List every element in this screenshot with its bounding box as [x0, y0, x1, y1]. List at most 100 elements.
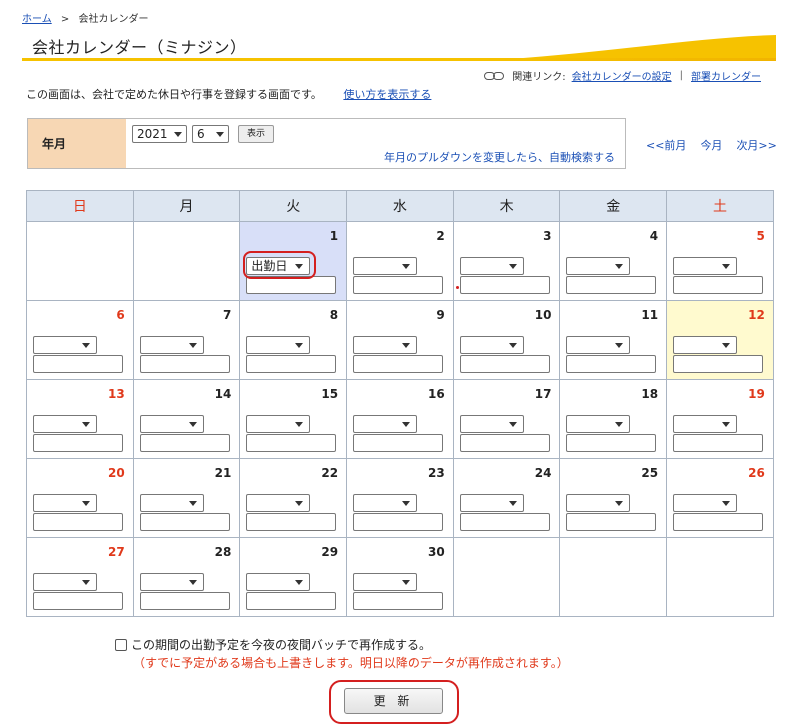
day-event-input[interactable]: [353, 513, 444, 531]
day-type-select[interactable]: [566, 257, 631, 275]
day-type-select[interactable]: [353, 494, 418, 512]
day-event-input[interactable]: [246, 592, 337, 610]
chevron-down-icon: [508, 343, 517, 348]
day-event-input[interactable]: [139, 355, 230, 373]
day-event-input[interactable]: [566, 355, 657, 373]
day-event-input[interactable]: [673, 355, 764, 373]
day-event-input[interactable]: [246, 276, 337, 294]
day-event-input[interactable]: [673, 513, 764, 531]
chevron-down-icon: [402, 343, 411, 348]
day-event-input[interactable]: [353, 434, 444, 452]
day-number: 22: [321, 466, 339, 480]
calendar-day-cell: 28: [132, 537, 241, 617]
day-number: 7: [223, 308, 232, 322]
day-number: 14: [214, 387, 232, 401]
day-event-input[interactable]: [33, 592, 123, 610]
day-type-select[interactable]: [459, 415, 524, 433]
day-type-select[interactable]: 出勤日: [246, 257, 311, 275]
day-number: 17: [534, 387, 552, 401]
chevron-down-icon: [722, 501, 731, 506]
day-type-select[interactable]: [246, 415, 311, 433]
calendar-day-cell: 12: [666, 300, 774, 380]
day-event-input[interactable]: [459, 513, 550, 531]
day-type-select[interactable]: [139, 494, 204, 512]
day-type-select[interactable]: [33, 573, 97, 591]
year-select[interactable]: 2021: [132, 125, 187, 143]
chevron-down-icon: [82, 501, 90, 506]
day-type-select[interactable]: [459, 257, 524, 275]
day-type-select[interactable]: [353, 257, 418, 275]
show-button[interactable]: 表示: [238, 125, 274, 143]
chevron-down-icon: [295, 343, 304, 348]
day-type-select[interactable]: [139, 415, 204, 433]
day-type-select[interactable]: [139, 336, 204, 354]
day-event-input[interactable]: [566, 276, 657, 294]
day-type-select[interactable]: [353, 415, 418, 433]
day-type-select[interactable]: [673, 336, 738, 354]
calendar-day-cell: 13: [26, 379, 134, 459]
day-number: 13: [107, 387, 125, 401]
day-number: 11: [641, 308, 659, 322]
day-event-input[interactable]: [139, 434, 230, 452]
day-type-select[interactable]: [459, 336, 524, 354]
update-button[interactable]: 更 新: [344, 688, 443, 714]
day-type-select[interactable]: [566, 494, 631, 512]
day-event-input[interactable]: [139, 513, 230, 531]
day-event-input[interactable]: [353, 355, 444, 373]
year-select-value: 2021: [137, 127, 168, 141]
day-event-input[interactable]: [459, 355, 550, 373]
day-event-input[interactable]: [673, 434, 764, 452]
day-event-input[interactable]: [33, 434, 123, 452]
day-event-input[interactable]: [459, 276, 550, 294]
day-type-select[interactable]: [566, 336, 631, 354]
day-event-input[interactable]: [139, 592, 230, 610]
day-type-select[interactable]: [139, 573, 204, 591]
day-type-select[interactable]: [673, 415, 738, 433]
day-event-input[interactable]: [353, 276, 444, 294]
day-type-select[interactable]: [246, 494, 311, 512]
day-event-input[interactable]: [566, 513, 657, 531]
day-number: 6: [116, 308, 125, 322]
month-navigation: <<前月 今月 次月>>: [646, 137, 777, 153]
day-type-select[interactable]: [33, 336, 97, 354]
department-calendar-link[interactable]: 部署カレンダー: [691, 68, 761, 83]
day-type-select[interactable]: [33, 415, 97, 433]
chevron-down-icon: [722, 264, 731, 269]
related-links: 関連リンク: 会社カレンダーの設定 | 部署カレンダー: [484, 68, 761, 83]
day-type-select[interactable]: [353, 573, 418, 591]
day-event-input[interactable]: [673, 276, 764, 294]
day-event-input[interactable]: [353, 592, 444, 610]
day-type-select[interactable]: [459, 494, 524, 512]
day-event-input[interactable]: [246, 434, 337, 452]
day-type-select[interactable]: [353, 336, 418, 354]
day-number: 3: [543, 229, 552, 243]
day-number: 9: [436, 308, 445, 322]
day-type-select[interactable]: [246, 336, 311, 354]
show-howto-link[interactable]: 使い方を表示する: [343, 88, 431, 101]
weekday-header: 金: [559, 190, 668, 222]
breadcrumb-home-link[interactable]: ホーム: [22, 14, 52, 25]
day-event-input[interactable]: [33, 355, 123, 373]
day-type-select[interactable]: [33, 494, 97, 512]
calendar-day-cell: 5: [666, 221, 774, 301]
day-event-input[interactable]: [246, 513, 337, 531]
prev-month-link[interactable]: <<前月: [646, 137, 686, 153]
calendar-day-cell: 18: [559, 379, 668, 459]
day-event-input[interactable]: [246, 355, 337, 373]
link-chain-icon: [484, 71, 506, 81]
day-event-input[interactable]: [33, 513, 123, 531]
day-type-select[interactable]: [566, 415, 631, 433]
this-month-link[interactable]: 今月: [700, 137, 722, 153]
day-type-select[interactable]: [673, 257, 738, 275]
day-type-select[interactable]: [673, 494, 738, 512]
day-number: 19: [748, 387, 765, 401]
month-select[interactable]: 6: [192, 125, 229, 143]
batch-recreate-checkbox[interactable]: [115, 638, 127, 651]
day-type-select[interactable]: [246, 573, 311, 591]
calendar-day-cell: 6: [26, 300, 134, 380]
day-event-input[interactable]: [459, 434, 550, 452]
next-month-link[interactable]: 次月>>: [736, 137, 776, 153]
day-event-input[interactable]: [566, 434, 657, 452]
company-calendar-settings-link[interactable]: 会社カレンダーの設定: [572, 68, 672, 83]
month-select-value: 6: [197, 127, 205, 141]
